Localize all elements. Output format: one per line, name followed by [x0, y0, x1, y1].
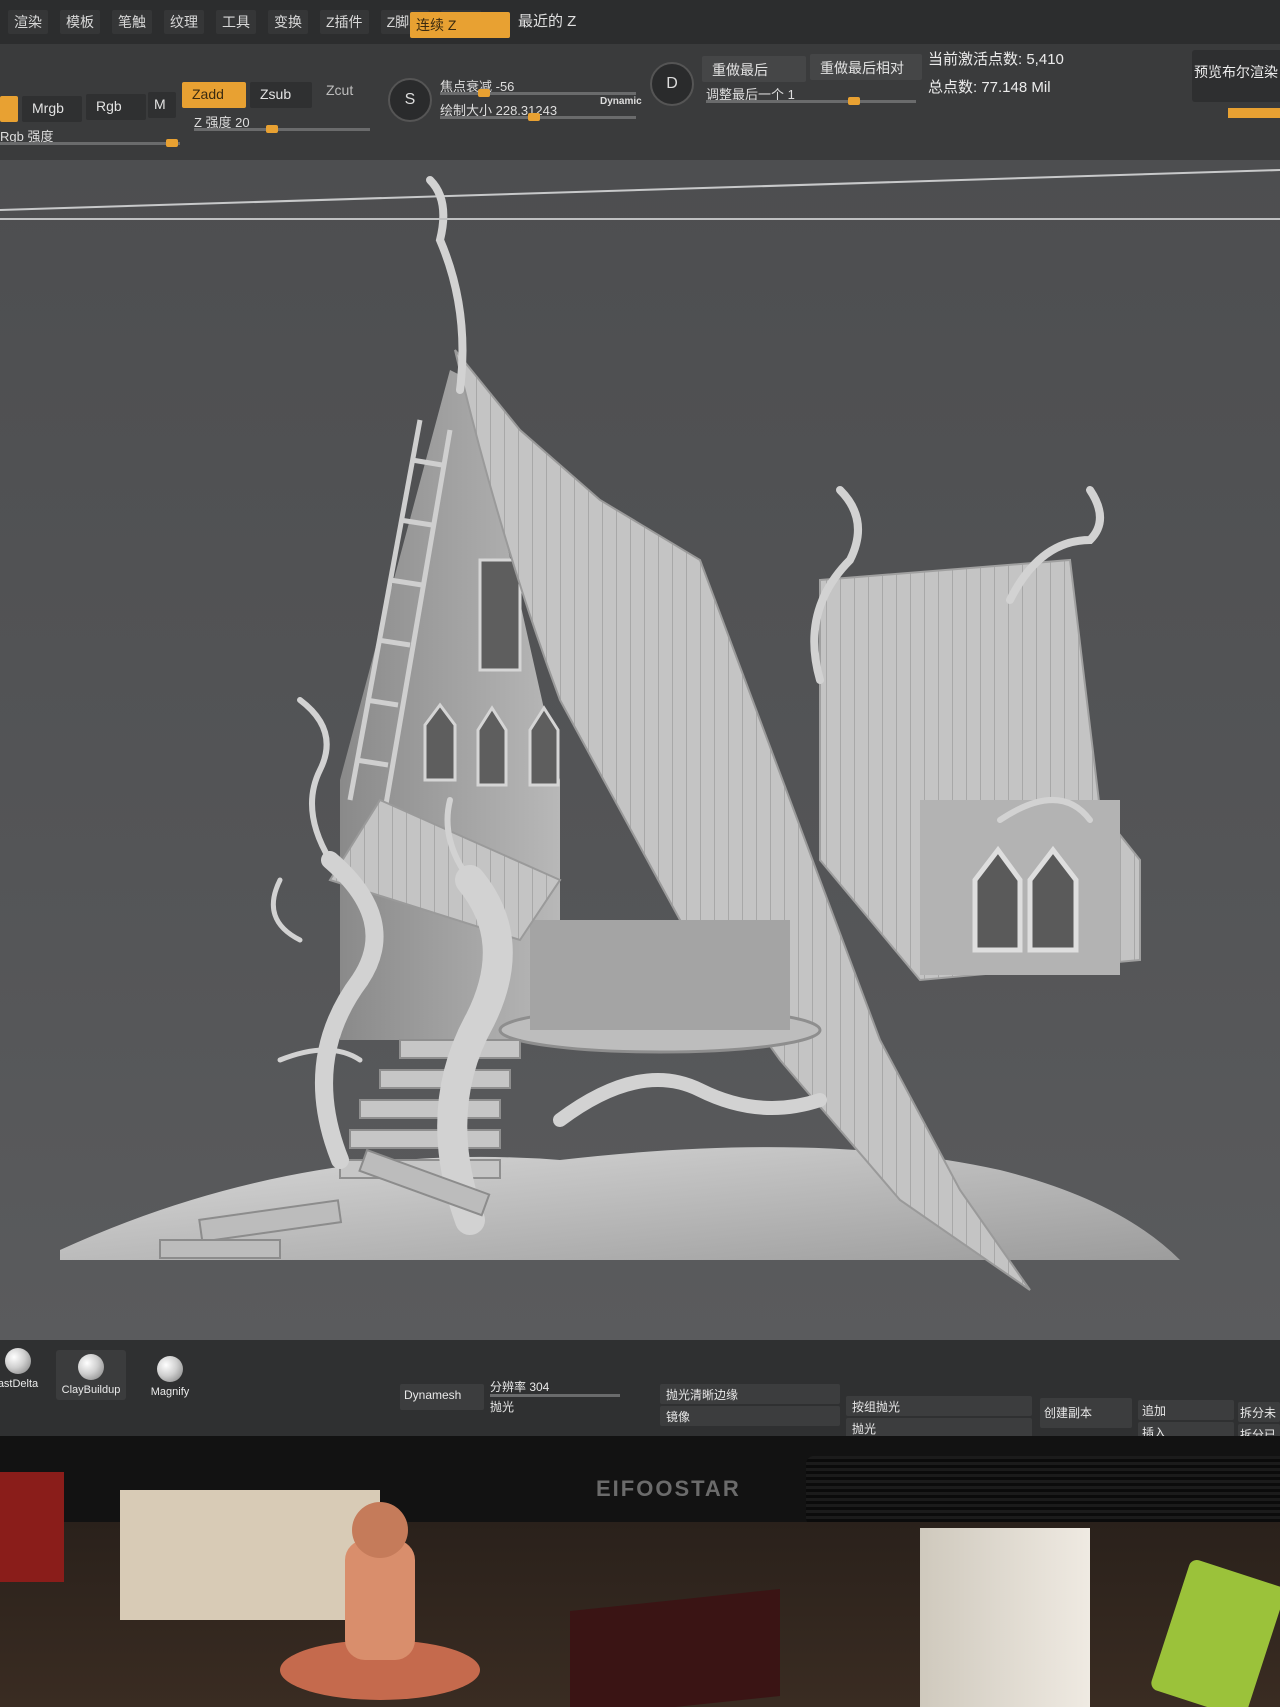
- brush-magnify[interactable]: Magnify: [140, 1356, 200, 1398]
- total-points-readout: 总点数: 77.148 Mil: [928, 79, 1051, 96]
- create-copy-button[interactable]: 创建副本: [1040, 1398, 1132, 1428]
- menu-stencil[interactable]: 模板: [60, 10, 100, 34]
- monitor-vent: [806, 1456, 1280, 1526]
- create-copy-label: 创建副本: [1044, 1406, 1093, 1420]
- polish-by-groups-toggle[interactable]: 按组抛光: [846, 1396, 1032, 1416]
- s-label: S: [404, 91, 416, 108]
- polish-crisp-label: 抛光清晰边缘: [666, 1388, 739, 1402]
- photo-of-monitor: 渲染 模板 笔触 纹理 工具 变换 Z插件 Z脚本 帮助 连续 Z 最近的 Z …: [0, 0, 1280, 1707]
- append-button[interactable]: 追加: [1138, 1400, 1234, 1420]
- focal-shift-knob[interactable]: [478, 89, 490, 97]
- zbrush-window: 渲染 模板 笔触 纹理 工具 变换 Z插件 Z脚本 帮助 连续 Z 最近的 Z …: [0, 0, 1280, 1444]
- brush-ball-icon: [157, 1356, 183, 1382]
- canvas-viewport[interactable]: [0, 160, 1280, 1340]
- preview-boolean-render-button[interactable]: 预览布尔渲染: [1192, 50, 1280, 102]
- zsub-button[interactable]: Zsub: [250, 82, 312, 108]
- mirror-button[interactable]: 镜像: [660, 1406, 840, 1426]
- adjust-last-knob[interactable]: [848, 97, 860, 105]
- brush-label: ClayBuildup: [61, 1384, 121, 1396]
- zcut-button[interactable]: Zcut: [316, 78, 372, 104]
- redo-last-relative-button[interactable]: 重做最后相对: [810, 54, 922, 80]
- menu-zplugin[interactable]: Z插件: [320, 10, 369, 34]
- dark-red-box: [570, 1588, 780, 1707]
- split-unmasked-label: 拆分未: [1240, 1406, 1277, 1420]
- horizon-line: [0, 169, 1280, 211]
- dynamesh-label: Dynamesh: [404, 1388, 462, 1402]
- rgb-intensity-slider[interactable]: [0, 142, 180, 145]
- mrgb-button[interactable]: Mrgb: [22, 96, 82, 122]
- polish-slider[interactable]: 抛光: [846, 1418, 1032, 1438]
- adjust-last-slider[interactable]: [706, 100, 916, 103]
- viewport-top-edge: [0, 218, 1280, 220]
- active-points-readout: 当前激活点数: 5,410: [928, 51, 1064, 68]
- brush-claybuildup[interactable]: ClayBuildup: [56, 1350, 126, 1400]
- dynamic-toggle[interactable]: Dynamic: [600, 96, 642, 107]
- rgb-button[interactable]: Rgb: [86, 94, 146, 120]
- red-box: [0, 1472, 64, 1582]
- rgb-intensity-knob[interactable]: [166, 139, 178, 147]
- m-button[interactable]: M: [148, 92, 176, 118]
- draw-size-knob[interactable]: [528, 113, 540, 121]
- split-unmasked-button[interactable]: 拆分未: [1238, 1402, 1280, 1422]
- bottom-shelf: astDelta ClayBuildup Magnify Dynamesh 分辨…: [0, 1340, 1280, 1444]
- brush-astdelta[interactable]: astDelta: [0, 1348, 42, 1390]
- monitor-brand-logo: EIFOOSTAR: [596, 1476, 741, 1501]
- resolution-label: 分辨率 304: [490, 1380, 550, 1394]
- polish-crisp-edges-toggle[interactable]: 抛光清晰边缘: [660, 1384, 840, 1404]
- focal-shift-slider[interactable]: [440, 92, 636, 95]
- zadd-button[interactable]: Zadd: [182, 82, 246, 108]
- a-toggle[interactable]: [0, 96, 18, 122]
- figurine: [280, 1502, 480, 1700]
- d-label: D: [666, 75, 678, 92]
- brush-ball-icon: [78, 1354, 104, 1380]
- polish-label: 抛光: [490, 1400, 515, 1414]
- brush-label: astDelta: [0, 1378, 39, 1390]
- menu-render[interactable]: 渲染: [8, 10, 48, 34]
- resolution-slider[interactable]: [490, 1394, 620, 1397]
- menu-tool[interactable]: 工具: [216, 10, 256, 34]
- mirror-label: 镜像: [666, 1410, 691, 1424]
- polish2-label: 抛光: [852, 1422, 877, 1436]
- menu-stroke[interactable]: 笔触: [112, 10, 152, 34]
- menu-bar: 渲染 模板 笔触 纹理 工具 变换 Z插件 Z脚本 帮助: [0, 0, 1280, 44]
- z-intensity-knob[interactable]: [266, 125, 278, 133]
- menu-texture[interactable]: 纹理: [164, 10, 204, 34]
- s-button[interactable]: S: [388, 78, 432, 122]
- brush-label: Magnify: [150, 1386, 190, 1398]
- polish-groups-label: 按组抛光: [852, 1400, 901, 1414]
- lightbox-button[interactable]: 连续 Z: [410, 12, 510, 38]
- append-label: 追加: [1142, 1404, 1167, 1418]
- z-intensity-slider[interactable]: [194, 128, 370, 131]
- monitor-stand: [920, 1528, 1090, 1707]
- preview-boolean-indicator: [1228, 108, 1280, 118]
- menu-transform[interactable]: 变换: [268, 10, 308, 34]
- tool-shelf: Mrgb Rgb M Zadd Zsub Zcut Rgb 强度 Z 强度 20…: [0, 44, 1280, 160]
- d-button[interactable]: D: [650, 62, 694, 106]
- recent-z-button[interactable]: 最近的 Z: [518, 10, 576, 31]
- lower-wall: [530, 920, 790, 1030]
- redo-last-button[interactable]: 重做最后: [702, 56, 806, 82]
- brush-ball-icon: [5, 1348, 31, 1374]
- dynamesh-button[interactable]: Dynamesh: [400, 1384, 484, 1410]
- sculpted-house-model: [0, 169, 1280, 1291]
